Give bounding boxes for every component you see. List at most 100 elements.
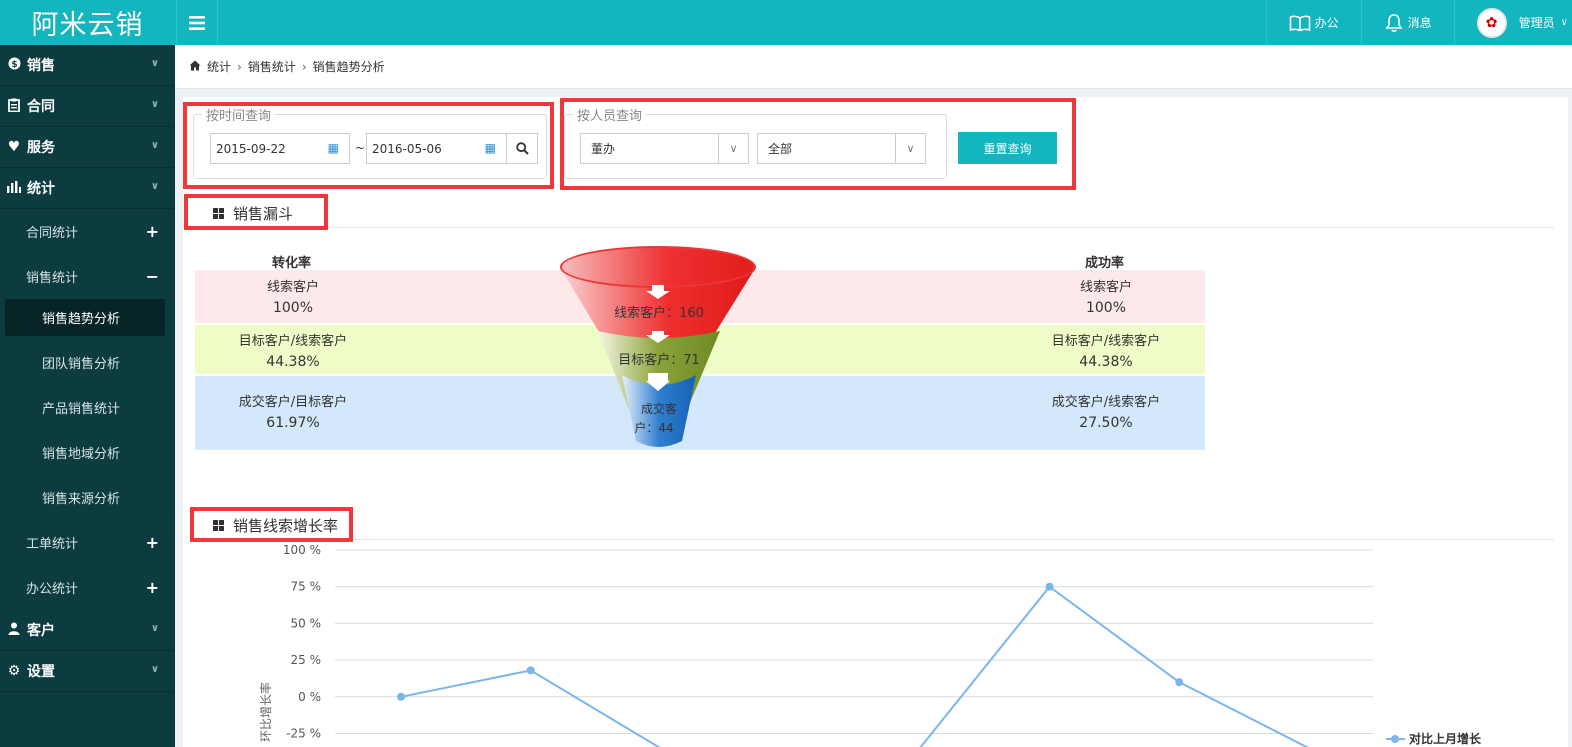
sidebar-item-sales-trend[interactable]: 销售趋势分析 bbox=[5, 299, 165, 336]
clipboard-icon bbox=[6, 98, 22, 115]
chart-grid bbox=[335, 549, 1373, 734]
user-menu[interactable]: ✿ 管理员 ∨ bbox=[1453, 0, 1572, 45]
sidebar-item-service[interactable]: ♥ 服务 ∨ bbox=[0, 127, 175, 168]
date-range-separator: ~ bbox=[355, 141, 366, 155]
sidebar-item-label: 服务 bbox=[27, 140, 55, 156]
y-tick-label: 25 % bbox=[291, 653, 322, 667]
conv-label: 线索客户 bbox=[266, 280, 319, 295]
success-rate-header: 成功率 bbox=[1085, 256, 1125, 271]
data-point[interactable] bbox=[526, 666, 535, 675]
y-tick-label: -25 % bbox=[286, 727, 321, 741]
sidebar-item-region-sales[interactable]: 销售地域分析 bbox=[0, 430, 175, 475]
sidebar-item-sales-stats[interactable]: 销售统计 − bbox=[0, 254, 175, 299]
sidebar-item-label: 产品销售统计 bbox=[42, 402, 121, 417]
app-logo[interactable]: 阿米云销 bbox=[0, 0, 175, 45]
plus-icon: + bbox=[145, 222, 159, 241]
sidebar-item-label: 销售 bbox=[27, 58, 55, 74]
breadcrumb: 统计 › 销售统计 › 销售趋势分析 bbox=[175, 45, 1572, 89]
message-menu[interactable]: 消息 bbox=[1360, 0, 1454, 45]
sidebar-item-customer[interactable]: 客户 ∨ bbox=[0, 610, 175, 651]
sales-funnel-chart: 线索客户：160 目标客户：71 成交客 户：44 bbox=[560, 246, 756, 447]
heart-icon: ♥ bbox=[7, 139, 21, 155]
sidebar-item-contract[interactable]: 合同 ∨ bbox=[0, 86, 175, 127]
start-date-field[interactable]: 2015-09-22 ▦ bbox=[210, 133, 350, 164]
office-menu[interactable]: 办公 bbox=[1265, 0, 1361, 45]
sidebar-item-label: 统计 bbox=[27, 181, 55, 197]
search-button[interactable] bbox=[506, 133, 538, 164]
y-tick-label: 50 % bbox=[291, 616, 322, 630]
book-icon bbox=[1289, 15, 1310, 31]
sidebar-item-label: 销售地域分析 bbox=[42, 447, 121, 462]
sidebar-item-office-stats[interactable]: 办公统计 + bbox=[0, 565, 175, 610]
breadcrumb-home[interactable]: 统计 bbox=[207, 58, 231, 75]
chevron-right-icon: › bbox=[301, 59, 307, 74]
content-panel: 按时间查询 2015-09-22 ▦ ~ 2016-05-06 ▦ 按人员查询 … bbox=[183, 97, 1568, 747]
person-select-value: 全部 bbox=[768, 142, 793, 156]
conv-label: 成交客户/目标客户 bbox=[238, 395, 348, 410]
end-date-field[interactable]: 2016-05-06 ▦ bbox=[366, 133, 507, 164]
sidebar-item-sales[interactable]: $ 销售 ∨ bbox=[0, 45, 175, 86]
breadcrumb-level2[interactable]: 销售统计 bbox=[248, 58, 296, 75]
funnel-stage-1-label: 线索客户：160 bbox=[614, 305, 704, 321]
series-line bbox=[400, 585, 1309, 747]
chevron-down-icon: ∨ bbox=[1560, 17, 1568, 28]
conv-cell-2: 目标客户/线索客户 44.38% bbox=[203, 332, 383, 372]
chevron-down-icon: ∨ bbox=[150, 140, 159, 151]
sidebar-item-product-sales[interactable]: 产品销售统计 bbox=[0, 385, 175, 430]
y-tick-label: 75 % bbox=[291, 580, 322, 594]
bar-chart-icon bbox=[6, 180, 22, 196]
avatar: ✿ bbox=[1476, 7, 1507, 38]
chevron-down-icon: ∨ bbox=[150, 181, 159, 192]
minus-icon: − bbox=[145, 267, 159, 286]
success-value: 44.38% bbox=[1079, 354, 1133, 370]
person-select[interactable]: 全部 ∨ bbox=[757, 133, 926, 164]
y-axis-label: 环比增长率 bbox=[258, 682, 273, 742]
start-date-value: 2015-09-22 bbox=[216, 141, 286, 156]
legend-label: 对比上月增长 bbox=[1409, 731, 1482, 746]
chevron-down-icon: ∨ bbox=[150, 58, 159, 69]
success-label: 线索客户 bbox=[1079, 280, 1132, 295]
legend-marker-icon bbox=[1391, 735, 1399, 743]
chevron-down-icon: ∨ bbox=[150, 623, 159, 634]
sidebar-item-ticket-stats[interactable]: 工单统计 + bbox=[0, 520, 175, 565]
plus-icon: + bbox=[145, 578, 159, 597]
funnel-stage-3-label-line2: 户：44 bbox=[634, 420, 673, 435]
sidebar-item-contract-stats[interactable]: 合同统计 + bbox=[0, 209, 175, 254]
data-point[interactable] bbox=[1175, 678, 1184, 687]
data-point[interactable] bbox=[1045, 582, 1054, 591]
chevron-down-icon: ∨ bbox=[895, 134, 925, 163]
user-icon bbox=[6, 622, 22, 638]
success-value: 100% bbox=[1085, 300, 1127, 316]
sidebar-item-stats[interactable]: 统计 ∨ bbox=[0, 168, 175, 209]
user-label: 管理员 bbox=[1518, 16, 1555, 30]
funnel-top-rim-inner bbox=[562, 248, 754, 286]
growth-section-title: 销售线索增长率 bbox=[213, 515, 338, 536]
sidebar-item-label: 办公统计 bbox=[26, 582, 79, 597]
reset-query-button[interactable]: 重置查询 bbox=[958, 132, 1057, 164]
calendar-icon[interactable]: ▦ bbox=[328, 141, 339, 155]
dollar-icon: $ bbox=[6, 57, 22, 73]
menu-toggle-button[interactable] bbox=[176, 0, 218, 45]
chevron-down-icon: ∨ bbox=[718, 134, 748, 163]
conv-label: 目标客户/线索客户 bbox=[238, 334, 348, 349]
chart-legend[interactable]: 对比上月增长 bbox=[1386, 731, 1482, 746]
department-select-value: 董办 bbox=[591, 142, 616, 156]
logo-text: 阿米云销 bbox=[31, 10, 144, 41]
gear-icon: ⚙ bbox=[7, 663, 21, 679]
success-label: 成交客户/线索客户 bbox=[1051, 395, 1161, 410]
svg-text:$: $ bbox=[11, 60, 17, 70]
chevron-right-icon: › bbox=[237, 59, 242, 74]
department-select[interactable]: 董办 ∨ bbox=[580, 133, 749, 164]
sidebar-item-team-sales[interactable]: 团队销售分析 bbox=[0, 340, 175, 385]
data-point[interactable] bbox=[397, 692, 405, 701]
divider bbox=[328, 227, 1554, 228]
calendar-icon[interactable]: ▦ bbox=[485, 141, 496, 155]
funnel-stage-3-label-line1: 成交客 bbox=[641, 401, 677, 416]
home-icon bbox=[189, 60, 201, 74]
sidebar-item-source-sales[interactable]: 销售来源分析 bbox=[0, 475, 175, 520]
conv-cell-3: 成交客户/目标客户 61.97% bbox=[203, 393, 383, 433]
search-icon bbox=[515, 142, 529, 155]
time-filter-legend: 按时间查询 bbox=[206, 109, 272, 124]
sidebar-item-label: 团队销售分析 bbox=[42, 357, 121, 372]
sidebar-item-settings[interactable]: ⚙ 设置 ∨ bbox=[0, 651, 175, 692]
